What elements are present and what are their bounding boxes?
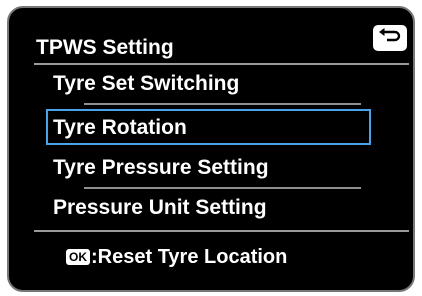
menu-item-label: Pressure Unit Setting — [53, 196, 267, 219]
footer-divider — [34, 230, 409, 232]
menu-item-tyre-pressure-setting[interactable]: Tyre Pressure Setting — [46, 151, 371, 187]
menu-item-label: Tyre Set Switching — [53, 72, 240, 95]
menu-item-tyre-rotation[interactable]: Tyre Rotation — [46, 109, 371, 145]
back-button[interactable] — [373, 25, 407, 51]
menu-item-label: Tyre Rotation — [53, 116, 187, 139]
reset-location-hint: OK :Reset Tyre Location — [66, 245, 287, 269]
return-arrow-icon — [378, 27, 402, 49]
menu-item-label: Tyre Pressure Setting — [53, 156, 269, 179]
menu-item-pressure-unit-setting[interactable]: Pressure Unit Setting — [46, 191, 371, 227]
hint-text: :Reset Tyre Location — [91, 246, 288, 268]
menu-separator — [84, 103, 361, 105]
menu-item-tyre-set-switching[interactable]: Tyre Set Switching — [46, 67, 371, 103]
ok-key-icon: OK — [66, 249, 90, 265]
menu-separator — [84, 187, 361, 189]
tpws-settings-screen: TPWS Setting Tyre Set Switching Tyre Rot… — [7, 6, 415, 292]
title-divider — [34, 63, 409, 65]
page-title: TPWS Setting — [36, 36, 174, 59]
